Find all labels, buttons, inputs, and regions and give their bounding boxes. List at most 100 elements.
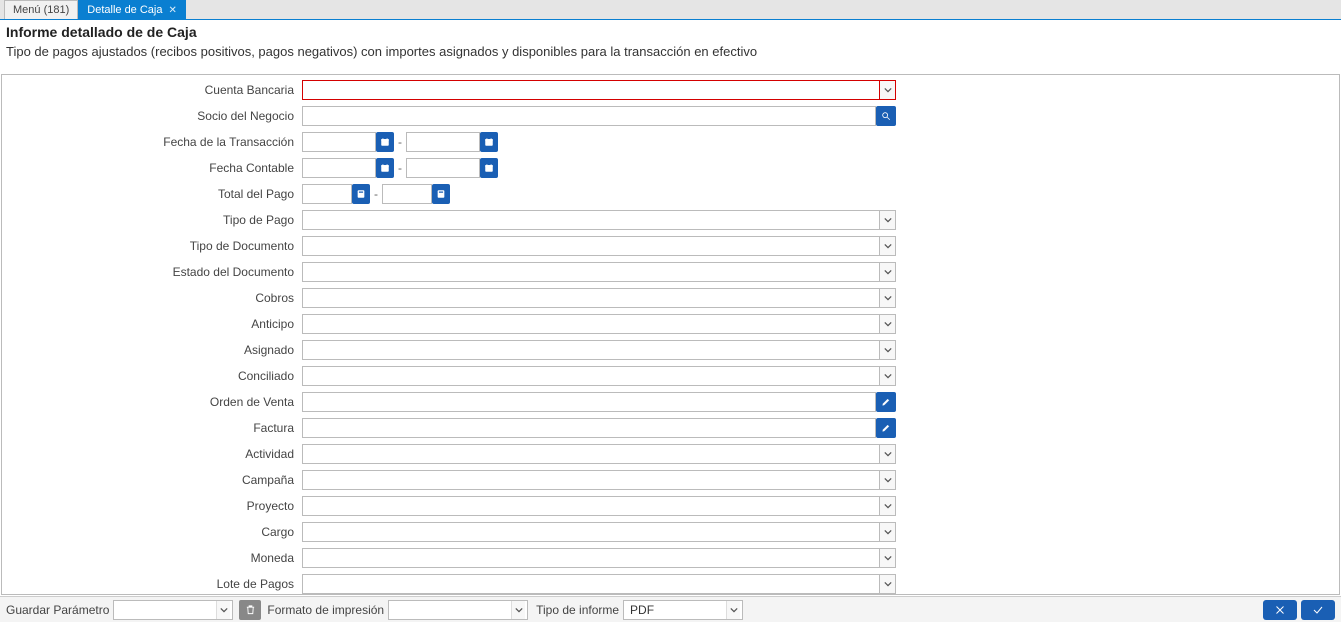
- close-icon[interactable]: ✕: [168, 5, 176, 16]
- tipo-informe-input[interactable]: [626, 601, 726, 619]
- cuenta-bancaria-select[interactable]: [302, 80, 896, 100]
- calendar-icon[interactable]: [376, 158, 394, 178]
- chevron-down-icon[interactable]: [880, 470, 896, 490]
- field-row-estado-documento: Estado del Documento: [2, 261, 1331, 283]
- calculator-icon[interactable]: [432, 184, 450, 204]
- tipo-documento-select[interactable]: [302, 236, 896, 256]
- calendar-icon[interactable]: [376, 132, 394, 152]
- formato-impresion-input[interactable]: [391, 601, 511, 619]
- chevron-down-icon[interactable]: [880, 340, 896, 360]
- proyecto-select[interactable]: [302, 496, 896, 516]
- estado-documento-select[interactable]: [302, 262, 896, 282]
- field-label: Estado del Documento: [2, 265, 302, 279]
- fecha-contable-from-input[interactable]: [302, 158, 376, 178]
- chevron-down-icon[interactable]: [511, 601, 525, 619]
- field-row-fecha-contable: Fecha Contable-: [2, 157, 1331, 179]
- fecha-transaccion-to-input[interactable]: [406, 132, 480, 152]
- field-control: -: [302, 132, 896, 152]
- field-control: [302, 262, 896, 282]
- moneda-input[interactable]: [302, 548, 880, 568]
- calendar-icon[interactable]: [480, 132, 498, 152]
- field-row-cuenta-bancaria: Cuenta Bancaria: [2, 79, 1331, 101]
- calendar-icon[interactable]: [480, 158, 498, 178]
- field-row-factura: Factura: [2, 417, 1331, 439]
- cargo-input[interactable]: [302, 522, 880, 542]
- field-row-tipo-documento: Tipo de Documento: [2, 235, 1331, 257]
- field-control: [302, 106, 896, 126]
- tipo-pago-input[interactable]: [302, 210, 880, 230]
- chevron-down-icon[interactable]: [880, 80, 896, 100]
- range-separator: -: [398, 135, 402, 149]
- field-control: [302, 548, 896, 568]
- edit-icon[interactable]: [876, 392, 896, 412]
- cobros-input[interactable]: [302, 288, 880, 308]
- chevron-down-icon[interactable]: [880, 548, 896, 568]
- tipo-informe-select[interactable]: [623, 600, 743, 620]
- tipo-documento-input[interactable]: [302, 236, 880, 256]
- chevron-down-icon[interactable]: [880, 522, 896, 542]
- moneda-select[interactable]: [302, 548, 896, 568]
- chevron-down-icon[interactable]: [880, 444, 896, 464]
- proyecto-input[interactable]: [302, 496, 880, 516]
- anticipo-select[interactable]: [302, 314, 896, 334]
- lote-pagos-select[interactable]: [302, 574, 896, 594]
- factura-input[interactable]: [302, 418, 876, 438]
- field-label: Actividad: [2, 447, 302, 461]
- fecha-transaccion-daterange: -: [302, 132, 498, 152]
- anticipo-input[interactable]: [302, 314, 880, 334]
- tipo-pago-select[interactable]: [302, 210, 896, 230]
- field-row-cargo: Cargo: [2, 521, 1331, 543]
- total-pago-from-input[interactable]: [302, 184, 352, 204]
- field-row-lote-pagos: Lote de Pagos: [2, 573, 1331, 595]
- actividad-select[interactable]: [302, 444, 896, 464]
- field-row-conciliado: Conciliado: [2, 365, 1331, 387]
- cuenta-bancaria-input[interactable]: [302, 80, 880, 100]
- chevron-down-icon[interactable]: [880, 314, 896, 334]
- tab-detalle-caja[interactable]: Detalle de Caja ✕: [78, 0, 186, 19]
- field-label: Fecha de la Transacción: [2, 135, 302, 149]
- socio-negocio-lookup: [302, 106, 896, 126]
- delete-parameter-button[interactable]: [239, 600, 261, 620]
- ok-button[interactable]: [1301, 600, 1335, 620]
- field-control: [302, 288, 896, 308]
- chevron-down-icon[interactable]: [726, 601, 740, 619]
- formato-impresion-select[interactable]: [388, 600, 528, 620]
- cancel-button[interactable]: [1263, 600, 1297, 620]
- edit-icon[interactable]: [876, 418, 896, 438]
- lote-pagos-input[interactable]: [302, 574, 880, 594]
- chevron-down-icon[interactable]: [880, 366, 896, 386]
- chevron-down-icon[interactable]: [880, 236, 896, 256]
- field-row-socio-negocio: Socio del Negocio: [2, 105, 1331, 127]
- search-icon[interactable]: [876, 106, 896, 126]
- chevron-down-icon[interactable]: [216, 601, 230, 619]
- fecha-contable-to-input[interactable]: [406, 158, 480, 178]
- conciliado-input[interactable]: [302, 366, 880, 386]
- tab-label: Menú (181): [13, 4, 69, 16]
- fecha-transaccion-from-input[interactable]: [302, 132, 376, 152]
- campana-input[interactable]: [302, 470, 880, 490]
- chevron-down-icon[interactable]: [880, 210, 896, 230]
- check-icon: [1312, 604, 1324, 616]
- field-label: Fecha Contable: [2, 161, 302, 175]
- chevron-down-icon[interactable]: [880, 574, 896, 594]
- conciliado-select[interactable]: [302, 366, 896, 386]
- chevron-down-icon[interactable]: [880, 496, 896, 516]
- estado-documento-input[interactable]: [302, 262, 880, 282]
- campana-select[interactable]: [302, 470, 896, 490]
- calculator-icon[interactable]: [352, 184, 370, 204]
- orden-venta-input[interactable]: [302, 392, 876, 412]
- tab-menu[interactable]: Menú (181): [4, 0, 78, 19]
- guardar-parametro-select[interactable]: [113, 600, 233, 620]
- chevron-down-icon[interactable]: [880, 262, 896, 282]
- asignado-select[interactable]: [302, 340, 896, 360]
- chevron-down-icon[interactable]: [880, 288, 896, 308]
- cargo-select[interactable]: [302, 522, 896, 542]
- cobros-select[interactable]: [302, 288, 896, 308]
- actividad-input[interactable]: [302, 444, 880, 464]
- asignado-input[interactable]: [302, 340, 880, 360]
- field-label: Total del Pago: [2, 187, 302, 201]
- socio-negocio-input[interactable]: [302, 106, 876, 126]
- field-row-asignado: Asignado: [2, 339, 1331, 361]
- guardar-parametro-input[interactable]: [116, 601, 216, 619]
- total-pago-to-input[interactable]: [382, 184, 432, 204]
